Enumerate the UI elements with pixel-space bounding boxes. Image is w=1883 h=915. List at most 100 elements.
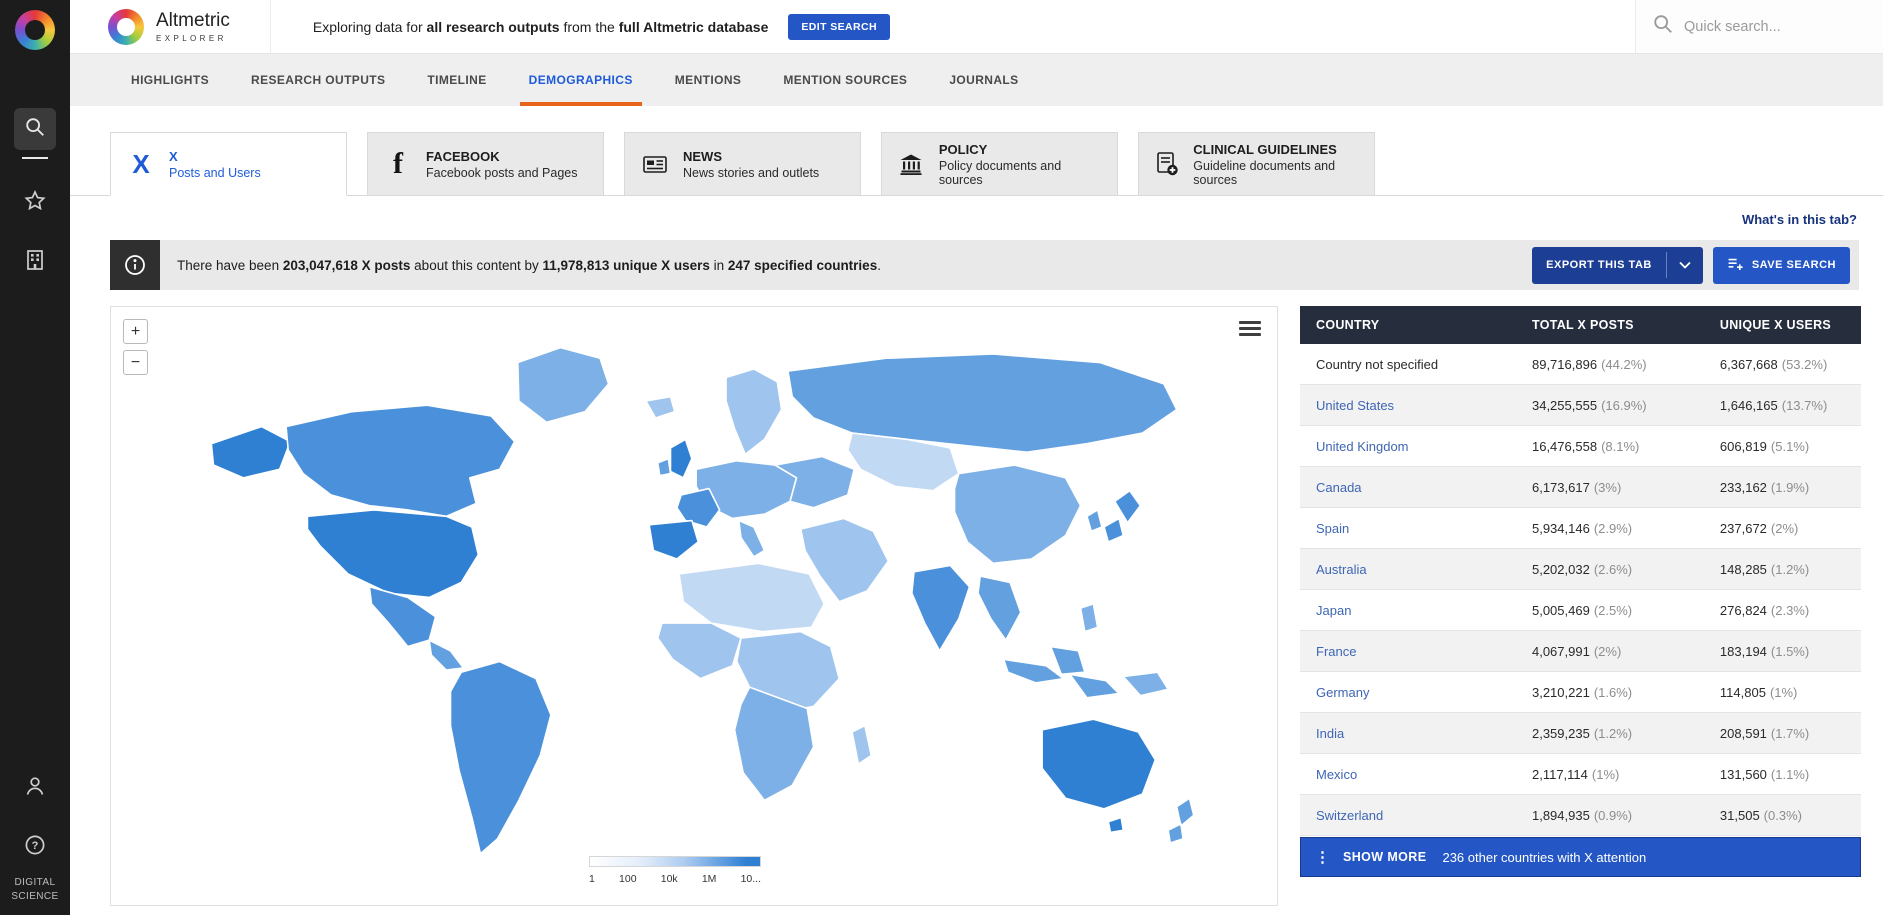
map-region-south-america[interactable] xyxy=(451,662,551,854)
save-search-button[interactable]: SAVE SEARCH xyxy=(1713,247,1850,284)
country-link[interactable]: United States xyxy=(1316,398,1394,413)
map-region-japan[interactable] xyxy=(1104,491,1140,542)
show-more-button[interactable]: ⋮ SHOW MORE 236 other countries with X a… xyxy=(1300,837,1861,877)
country-link[interactable]: India xyxy=(1316,726,1344,741)
vertical-ellipsis-icon: ⋮ xyxy=(1301,850,1343,865)
table-row: Canada 6,173,617(3%) 233,162(1.9%) xyxy=(1300,467,1861,508)
subtab-news[interactable]: NEWS News stories and outlets xyxy=(624,132,861,196)
table-row: India 2,359,235(1.2%) 208,591(1.7%) xyxy=(1300,713,1861,754)
country-link[interactable]: United Kingdom xyxy=(1316,439,1409,454)
sidebar-active-indicator xyxy=(22,157,48,159)
table-row: Germany 3,210,221(1.6%) 114,805(1%) xyxy=(1300,672,1861,713)
table-row: France 4,067,991(2%) 183,194(1.5%) xyxy=(1300,631,1861,672)
subtab-title: NEWS xyxy=(683,149,819,164)
legend-tick: 10k xyxy=(661,873,678,885)
chart-context-menu-icon[interactable] xyxy=(1239,321,1261,339)
country-table: COUNTRY TOTAL X POSTS UNIQUE X USERS Cou… xyxy=(1300,306,1861,877)
map-region-russia[interactable] xyxy=(788,354,1177,452)
country-link[interactable]: France xyxy=(1316,644,1356,659)
info-icon xyxy=(110,240,160,290)
map-region-india[interactable] xyxy=(912,565,970,650)
summary-info-bar: There have been 203,047,618 X posts abou… xyxy=(110,240,1859,290)
nav-item-research-outputs[interactable]: RESEARCH OUTPUTS xyxy=(230,54,406,106)
nav-item-timeline[interactable]: TIMELINE xyxy=(406,54,507,106)
zoom-in-button[interactable]: + xyxy=(123,319,148,344)
map-region-greenland[interactable] xyxy=(518,348,609,423)
search-icon xyxy=(24,116,46,143)
country-link[interactable]: Canada xyxy=(1316,480,1362,495)
map-region-north-africa[interactable] xyxy=(679,563,824,631)
table-row: Australia 5,202,032(2.6%) 148,285(1.2%) xyxy=(1300,549,1861,590)
quick-search-input[interactable] xyxy=(1684,19,1844,35)
main-content: What's in this tab? There have been 203,… xyxy=(70,196,1883,906)
nav-item-mentions[interactable]: MENTIONS xyxy=(654,54,763,106)
map-region-philippines[interactable] xyxy=(1081,604,1098,632)
nav-item-highlights[interactable]: HIGHLIGHTS xyxy=(110,54,230,106)
x-logo-icon: X xyxy=(126,151,156,177)
map-region-korea[interactable] xyxy=(1087,510,1102,531)
subtab-x[interactable]: X X Posts and Users xyxy=(110,132,347,196)
nav-item-demographics[interactable]: DEMOGRAPHICS xyxy=(508,54,654,106)
subtab-facebook[interactable]: f FACEBOOK Facebook posts and Pages xyxy=(367,132,604,196)
col-unique-x-users: UNIQUE X USERS xyxy=(1704,306,1861,344)
show-more-note: 236 other countries with X attention xyxy=(1442,850,1646,865)
bank-icon xyxy=(897,152,926,176)
country-link[interactable]: Switzerland xyxy=(1316,808,1383,823)
map-region-ireland[interactable] xyxy=(658,459,671,476)
map-region-italy[interactable] xyxy=(739,521,765,557)
map-region-australia[interactable] xyxy=(1042,719,1155,809)
subtab-title: CLINICAL GUIDELINES xyxy=(1193,142,1359,157)
map-region-china[interactable] xyxy=(955,465,1081,563)
map-region-iceland[interactable] xyxy=(646,397,675,418)
subtab-subtitle: Policy documents and sources xyxy=(939,159,1102,187)
map-region-southeast-asia[interactable] xyxy=(978,576,1021,640)
whats-in-this-tab-link[interactable]: What's in this tab? xyxy=(1742,212,1857,227)
map-region-indonesia[interactable] xyxy=(1004,647,1119,698)
chevron-down-icon[interactable] xyxy=(1666,252,1703,278)
subtab-policy[interactable]: POLICY Policy documents and sources xyxy=(881,132,1118,196)
sidebar-item-favorites[interactable] xyxy=(23,189,47,218)
table-header: COUNTRY TOTAL X POSTS UNIQUE X USERS xyxy=(1300,306,1861,344)
edit-search-button[interactable]: EDIT SEARCH xyxy=(788,14,890,40)
col-total-x-posts: TOTAL X POSTS xyxy=(1516,306,1704,344)
sidebar-search-button[interactable] xyxy=(14,108,56,150)
legend-gradient-bar xyxy=(589,856,761,867)
sidebar-item-account[interactable] xyxy=(23,774,47,803)
map-region-new-zealand[interactable] xyxy=(1168,798,1194,843)
country-link[interactable]: Japan xyxy=(1316,603,1351,618)
country-link[interactable]: Australia xyxy=(1316,562,1367,577)
map-region-canada[interactable] xyxy=(286,405,515,516)
map-region-united-kingdom[interactable] xyxy=(671,439,692,477)
map-region-central-america[interactable] xyxy=(429,640,463,670)
map-region-madagascar[interactable] xyxy=(852,726,871,764)
map-region-scandinavia[interactable] xyxy=(726,369,782,454)
subtab-clinical-guidelines[interactable]: CLINICAL GUIDELINES Guideline documents … xyxy=(1138,132,1375,196)
nav-item-journals[interactable]: JOURNALS xyxy=(928,54,1039,106)
facebook-icon: f xyxy=(383,149,413,179)
document-plus-icon xyxy=(1154,151,1180,177)
map-region-tasmania[interactable] xyxy=(1108,817,1123,832)
zoom-out-button[interactable]: − xyxy=(123,350,148,375)
country-link[interactable]: Mexico xyxy=(1316,767,1357,782)
altmetric-donut-logo xyxy=(15,10,55,50)
altmetric-explorer-logo: Altmetric EXPLORER xyxy=(70,0,271,53)
quick-search xyxy=(1635,0,1883,53)
table-row: Switzerland 1,894,935(0.9%) 31,505(0.3%) xyxy=(1300,795,1861,836)
country-link[interactable]: Spain xyxy=(1316,521,1349,536)
nav-item-mention-sources[interactable]: MENTION SOURCES xyxy=(762,54,928,106)
summary-statement: There have been 203,047,618 X posts abou… xyxy=(177,258,881,273)
save-search-icon xyxy=(1727,256,1743,275)
map-region-alaska[interactable] xyxy=(211,427,290,478)
map-region-west-africa[interactable] xyxy=(658,623,741,679)
map-region-new-guinea[interactable] xyxy=(1123,672,1168,695)
sidebar-item-institution[interactable] xyxy=(23,248,47,277)
export-this-tab-button[interactable]: EXPORT THIS TAB xyxy=(1532,247,1703,284)
export-label: EXPORT THIS TAB xyxy=(1532,250,1666,280)
subtab-subtitle: Guideline documents and sources xyxy=(1193,159,1359,187)
table-row: Spain 5,934,146(2.9%) 237,672(2%) xyxy=(1300,508,1861,549)
map-region-united-states[interactable] xyxy=(307,510,478,598)
map-region-spain[interactable] xyxy=(649,521,698,559)
demographics-subtabs: X X Posts and Users f FACEBOOK Facebook … xyxy=(70,106,1883,196)
sidebar-item-help[interactable]: ? xyxy=(23,833,47,862)
country-link[interactable]: Germany xyxy=(1316,685,1369,700)
